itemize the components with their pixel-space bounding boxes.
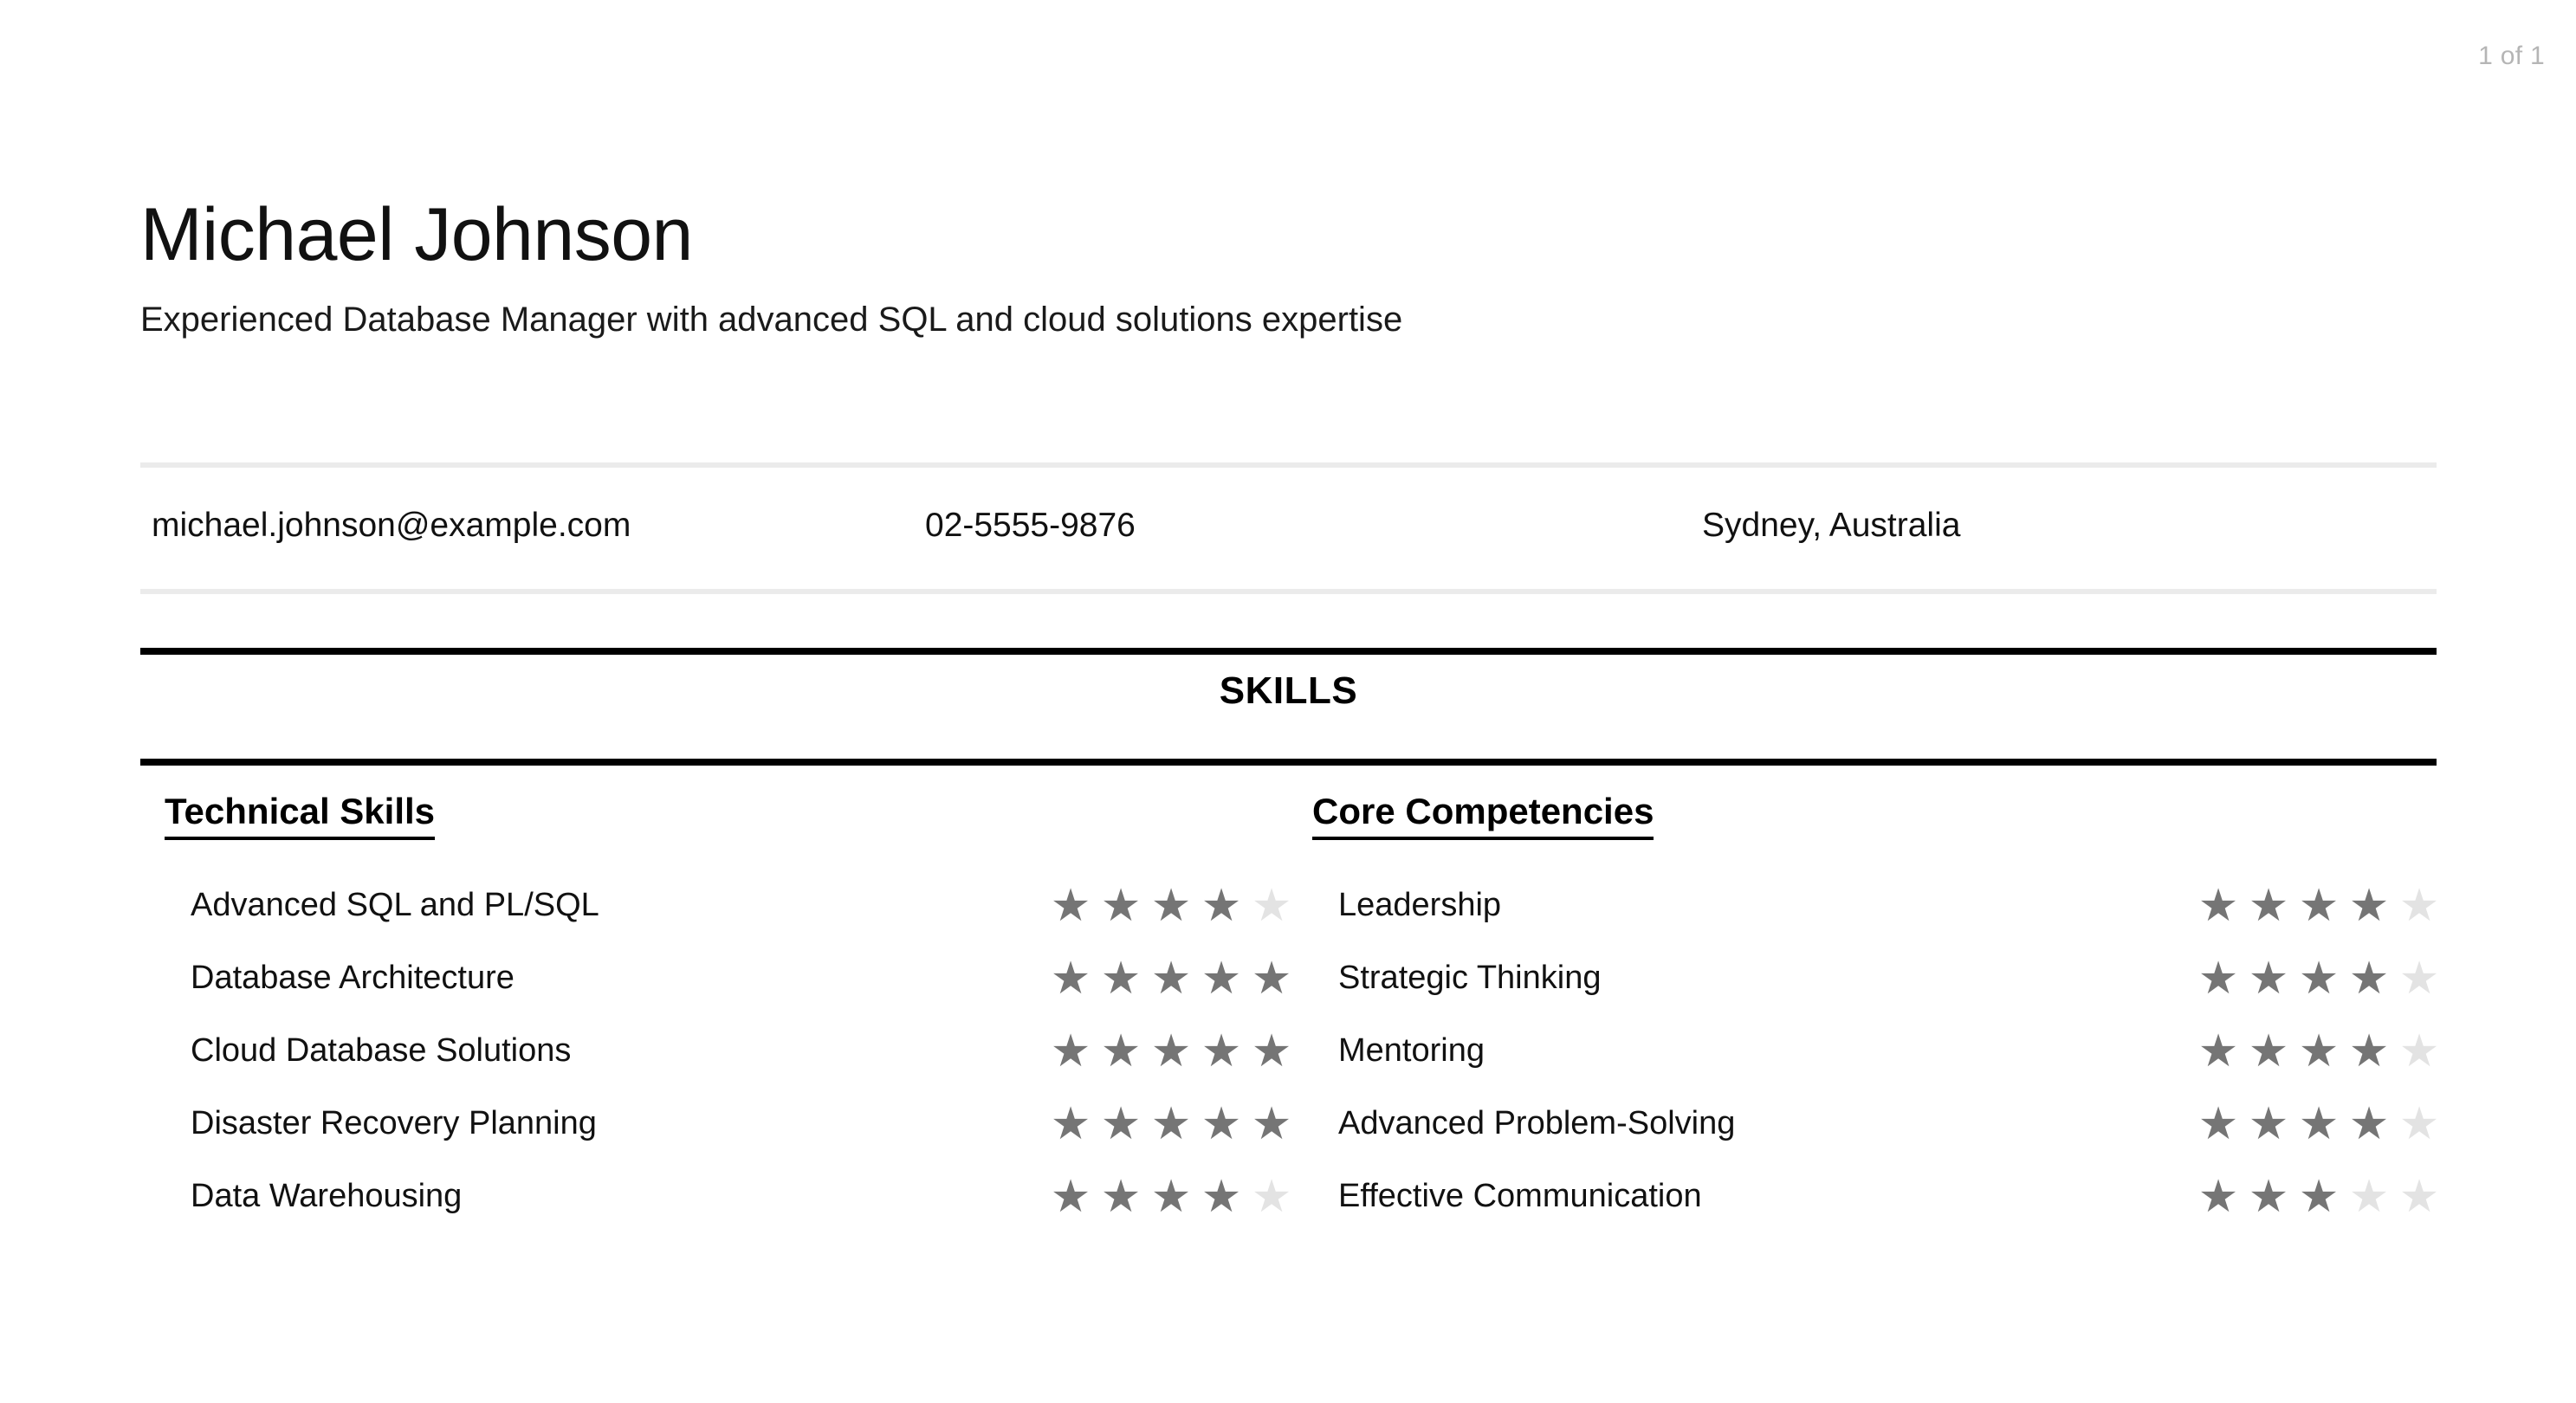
star-filled-icon: ★ [2348,1025,2390,1078]
skill-rating: ★ ★ ★ ★ ★ [2194,882,2443,930]
star-filled-icon: ★ [1050,953,1091,1005]
star-filled-icon: ★ [1050,1025,1091,1078]
skill-label: Data Warehousing [191,1178,463,1215]
skills-rule-top [140,648,2437,655]
contact-phone[interactable]: 02-5555-9876 [925,501,1136,551]
skill-row: Mentoring ★ ★ ★ ★ ★ [1288,1015,2439,1088]
candidate-headline: Experienced Database Manager with advanc… [140,301,1403,339]
skill-row: Cloud Database Solutions ★ ★ ★ ★ ★ [140,1015,1291,1088]
star-filled-icon: ★ [2197,1171,2239,1224]
star-filled-icon: ★ [2197,953,2239,1005]
skill-label: Effective Communication [1338,1178,1702,1215]
star-filled-icon: ★ [1201,880,1242,933]
star-filled-icon: ★ [2248,1171,2289,1224]
star-filled-icon: ★ [1150,1171,1192,1224]
contact-email[interactable]: michael.johnson@example.com [152,501,631,551]
skill-rating: ★ ★ ★ ★ ★ [1046,1173,1296,1221]
star-filled-icon: ★ [2298,880,2340,933]
star-filled-icon: ★ [2197,1098,2239,1151]
skill-list-technical: Advanced SQL and PL/SQL ★ ★ ★ ★ ★ Database Arc… [140,870,1291,1233]
star-filled-icon: ★ [1201,1171,1242,1224]
star-filled-icon: ★ [2298,1025,2340,1078]
star-filled-icon: ★ [2248,1098,2289,1151]
skill-row: Leadership ★ ★ ★ ★ ★ [1288,870,2439,942]
star-empty-icon: ★ [2398,953,2440,1005]
star-empty-icon: ★ [2398,880,2440,933]
star-filled-icon: ★ [1050,1171,1091,1224]
star-empty-icon: ★ [2398,1098,2440,1151]
star-filled-icon: ★ [1100,953,1142,1005]
skill-rating: ★ ★ ★ ★ ★ [1046,882,1296,930]
star-filled-icon: ★ [2197,1025,2239,1078]
skill-row: Database Architecture ★ ★ ★ ★ ★ [140,942,1291,1015]
skill-rating: ★ ★ ★ ★ ★ [2194,1100,2443,1148]
skills-rule-bottom [140,759,2437,766]
star-filled-icon: ★ [1201,1025,1242,1078]
star-filled-icon: ★ [1100,1098,1142,1151]
skill-label: Leadership [1338,887,1502,924]
star-filled-icon: ★ [1150,953,1192,1005]
star-filled-icon: ★ [2298,953,2340,1005]
skill-row: Advanced Problem-Solving ★ ★ ★ ★ ★ [1288,1088,2439,1161]
skill-label: Database Architecture [191,960,515,997]
skills-column-heading: Core Competencies [1312,790,1654,841]
skills-column-heading: Technical Skills [165,790,436,841]
star-filled-icon: ★ [2197,880,2239,933]
resume-page: 1 of 1 Michael Johnson Experienced Datab… [0,0,2576,1403]
skill-rating: ★ ★ ★ ★ ★ [1046,1100,1296,1148]
candidate-name: Michael Johnson [140,193,693,276]
skill-rating: ★ ★ ★ ★ ★ [1046,954,1296,1003]
page-indicator: 1 of 1 [2478,42,2545,70]
skill-rating: ★ ★ ★ ★ ★ [1046,1027,1296,1076]
skill-label: Advanced SQL and PL/SQL [191,887,599,924]
star-filled-icon: ★ [2298,1098,2340,1151]
contact-row: michael.johnson@example.com 02-5555-9876… [140,501,2437,553]
skills-column-core: Core Competencies Leadership ★ ★ ★ ★ ★ Strateg… [1288,790,2439,1233]
star-filled-icon: ★ [1100,1171,1142,1224]
resume-header: Michael Johnson Experienced Database Man… [140,197,2437,339]
skill-rating: ★ ★ ★ ★ ★ [2194,1027,2443,1076]
star-filled-icon: ★ [1150,880,1192,933]
skill-label: Mentoring [1338,1032,1485,1070]
contact-divider-bottom [140,589,2437,594]
skill-row: Strategic Thinking ★ ★ ★ ★ ★ [1288,942,2439,1015]
skill-row: Disaster Recovery Planning ★ ★ ★ ★ ★ [140,1088,1291,1161]
star-filled-icon: ★ [2348,1098,2390,1151]
star-filled-icon: ★ [2248,880,2289,933]
skills-grid: Technical Skills Advanced SQL and PL/SQL… [140,790,2439,1233]
skill-label: Disaster Recovery Planning [191,1105,597,1142]
skill-row: Advanced SQL and PL/SQL ★ ★ ★ ★ ★ [140,870,1291,942]
star-empty-icon: ★ [2398,1171,2440,1224]
star-filled-icon: ★ [2248,1025,2289,1078]
star-empty-icon: ★ [2398,1025,2440,1078]
star-empty-icon: ★ [2348,1171,2390,1224]
contact-location: Sydney, Australia [1702,507,1961,544]
skill-row: Effective Communication ★ ★ ★ ★ ★ [1288,1161,2439,1233]
star-filled-icon: ★ [2348,953,2390,1005]
star-filled-icon: ★ [2248,953,2289,1005]
skill-rating: ★ ★ ★ ★ ★ [2194,1173,2443,1221]
skill-label: Cloud Database Solutions [191,1032,572,1070]
star-filled-icon: ★ [1050,880,1091,933]
skill-row: Data Warehousing ★ ★ ★ ★ ★ [140,1161,1291,1233]
star-filled-icon: ★ [1201,953,1242,1005]
star-filled-icon: ★ [2298,1171,2340,1224]
skill-list-core: Leadership ★ ★ ★ ★ ★ Strategic Thinking ★ ★ ★ ★ ★ Me… [1288,870,2439,1233]
skill-label: Strategic Thinking [1338,960,1602,997]
contact-divider-top [140,462,2437,468]
skill-rating: ★ ★ ★ ★ ★ [2194,954,2443,1003]
star-filled-icon: ★ [1100,880,1142,933]
star-filled-icon: ★ [1050,1098,1091,1151]
star-filled-icon: ★ [1150,1098,1192,1151]
star-filled-icon: ★ [1201,1098,1242,1151]
star-filled-icon: ★ [1150,1025,1192,1078]
star-filled-icon: ★ [1100,1025,1142,1078]
skills-section-title: SKILLS [1219,669,1358,712]
skill-label: Advanced Problem-Solving [1338,1105,1736,1142]
star-filled-icon: ★ [2348,880,2390,933]
skills-column-technical: Technical Skills Advanced SQL and PL/SQL… [140,790,1291,1233]
